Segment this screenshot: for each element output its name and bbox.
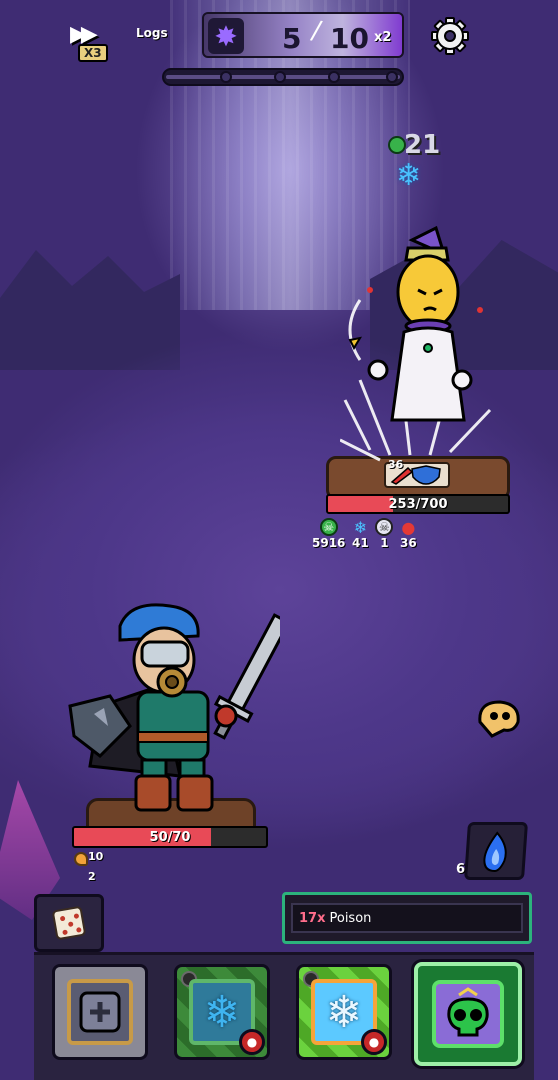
enemy-health-text: 253/700 <box>388 497 448 512</box>
effect-tooltip: 17x Poison <box>282 892 532 944</box>
freeze-card-dark[interactable]: ❄ ● <box>174 964 270 1060</box>
blood-drop-icon: ● <box>361 1029 387 1055</box>
blood-drop-icon: ● <box>239 1029 265 1055</box>
shield-icon <box>74 852 88 866</box>
turn-node <box>220 71 232 83</box>
flame-deck-button[interactable] <box>463 822 529 880</box>
dice-plus-card[interactable] <box>52 964 148 1060</box>
skull-decoration <box>478 700 520 738</box>
status-freeze-value: 41 <box>352 536 369 550</box>
enemy-wizard[interactable] <box>340 220 500 470</box>
snowflake-icon: ❄ <box>353 517 368 537</box>
enemy-intent-value: 36 <box>388 458 404 471</box>
hero-health-bar: 50/70 <box>72 826 268 848</box>
turn-node <box>328 71 340 83</box>
gear-icon <box>431 17 469 55</box>
enemy-health-bar: 253/700 <box>326 494 510 514</box>
flame-count: 6 <box>456 862 466 877</box>
status-weak[interactable]: ☠ 1 <box>375 518 394 550</box>
status-bleed-value: 36 <box>400 536 417 550</box>
logs-button[interactable]: Logs <box>136 26 168 40</box>
tooltip-body: 17x Poison <box>291 903 523 933</box>
status-poison[interactable]: ☠ 5916 <box>312 518 345 550</box>
energy-star-icon: ✸ <box>208 18 244 54</box>
status-bleed[interactable]: ● 36 <box>399 517 417 551</box>
dice-button[interactable] <box>34 894 104 952</box>
energy-current: 5 <box>282 22 302 55</box>
green-skull-icon: ☠ <box>319 518 338 536</box>
hero-knight[interactable] <box>60 596 280 826</box>
dice-plus-icon <box>67 979 133 1045</box>
blood-drop-icon: ● <box>401 517 416 537</box>
status-weak-value: 1 <box>380 536 389 550</box>
status-freeze[interactable]: ❄ 41 <box>351 517 369 551</box>
gas-mask-goggles <box>140 640 190 668</box>
enemy-top-buff-value: 21 <box>404 130 441 160</box>
hero-health-text: 50/70 <box>149 830 191 845</box>
hero-block-sub-value: 2 <box>88 870 96 883</box>
speed-label: X3 <box>78 44 108 62</box>
freeze-card-bright[interactable]: ❄ ● <box>296 964 392 1060</box>
hero-block-status: 10 2 <box>74 848 114 888</box>
tooltip-name: Poison <box>329 910 372 926</box>
energy-multiplier: x2 <box>374 30 392 45</box>
enemy-status-list: ☠ 5916 ❄ 41 ☠ 1 ● 36 <box>312 517 417 551</box>
turn-node <box>274 71 286 83</box>
dice-icon <box>51 905 87 941</box>
speed-button[interactable]: ▶▶ X3 <box>68 20 108 64</box>
poison-card-selected[interactable] <box>414 962 522 1066</box>
energy-max: 10 <box>330 22 369 55</box>
turn-node <box>386 71 398 83</box>
enemy-top-buff: 21 ❄ <box>388 130 448 196</box>
settings-button[interactable] <box>430 16 470 56</box>
status-poison-value: 5916 <box>312 536 346 550</box>
energy-bar: ✸ 5 / 10 x2 <box>202 12 404 58</box>
shield-intent-icon <box>411 465 441 485</box>
turn-track <box>162 68 404 86</box>
hero-block-value: 10 <box>88 850 104 863</box>
hero-sword <box>213 613 280 740</box>
cracked-skull-icon: ☠ <box>375 518 394 536</box>
blue-flame-icon <box>483 831 507 873</box>
poison-skull-icon <box>432 980 504 1048</box>
tooltip-count: 17x <box>299 910 326 926</box>
freeze-snowflake-icon: ❄ <box>396 158 422 193</box>
